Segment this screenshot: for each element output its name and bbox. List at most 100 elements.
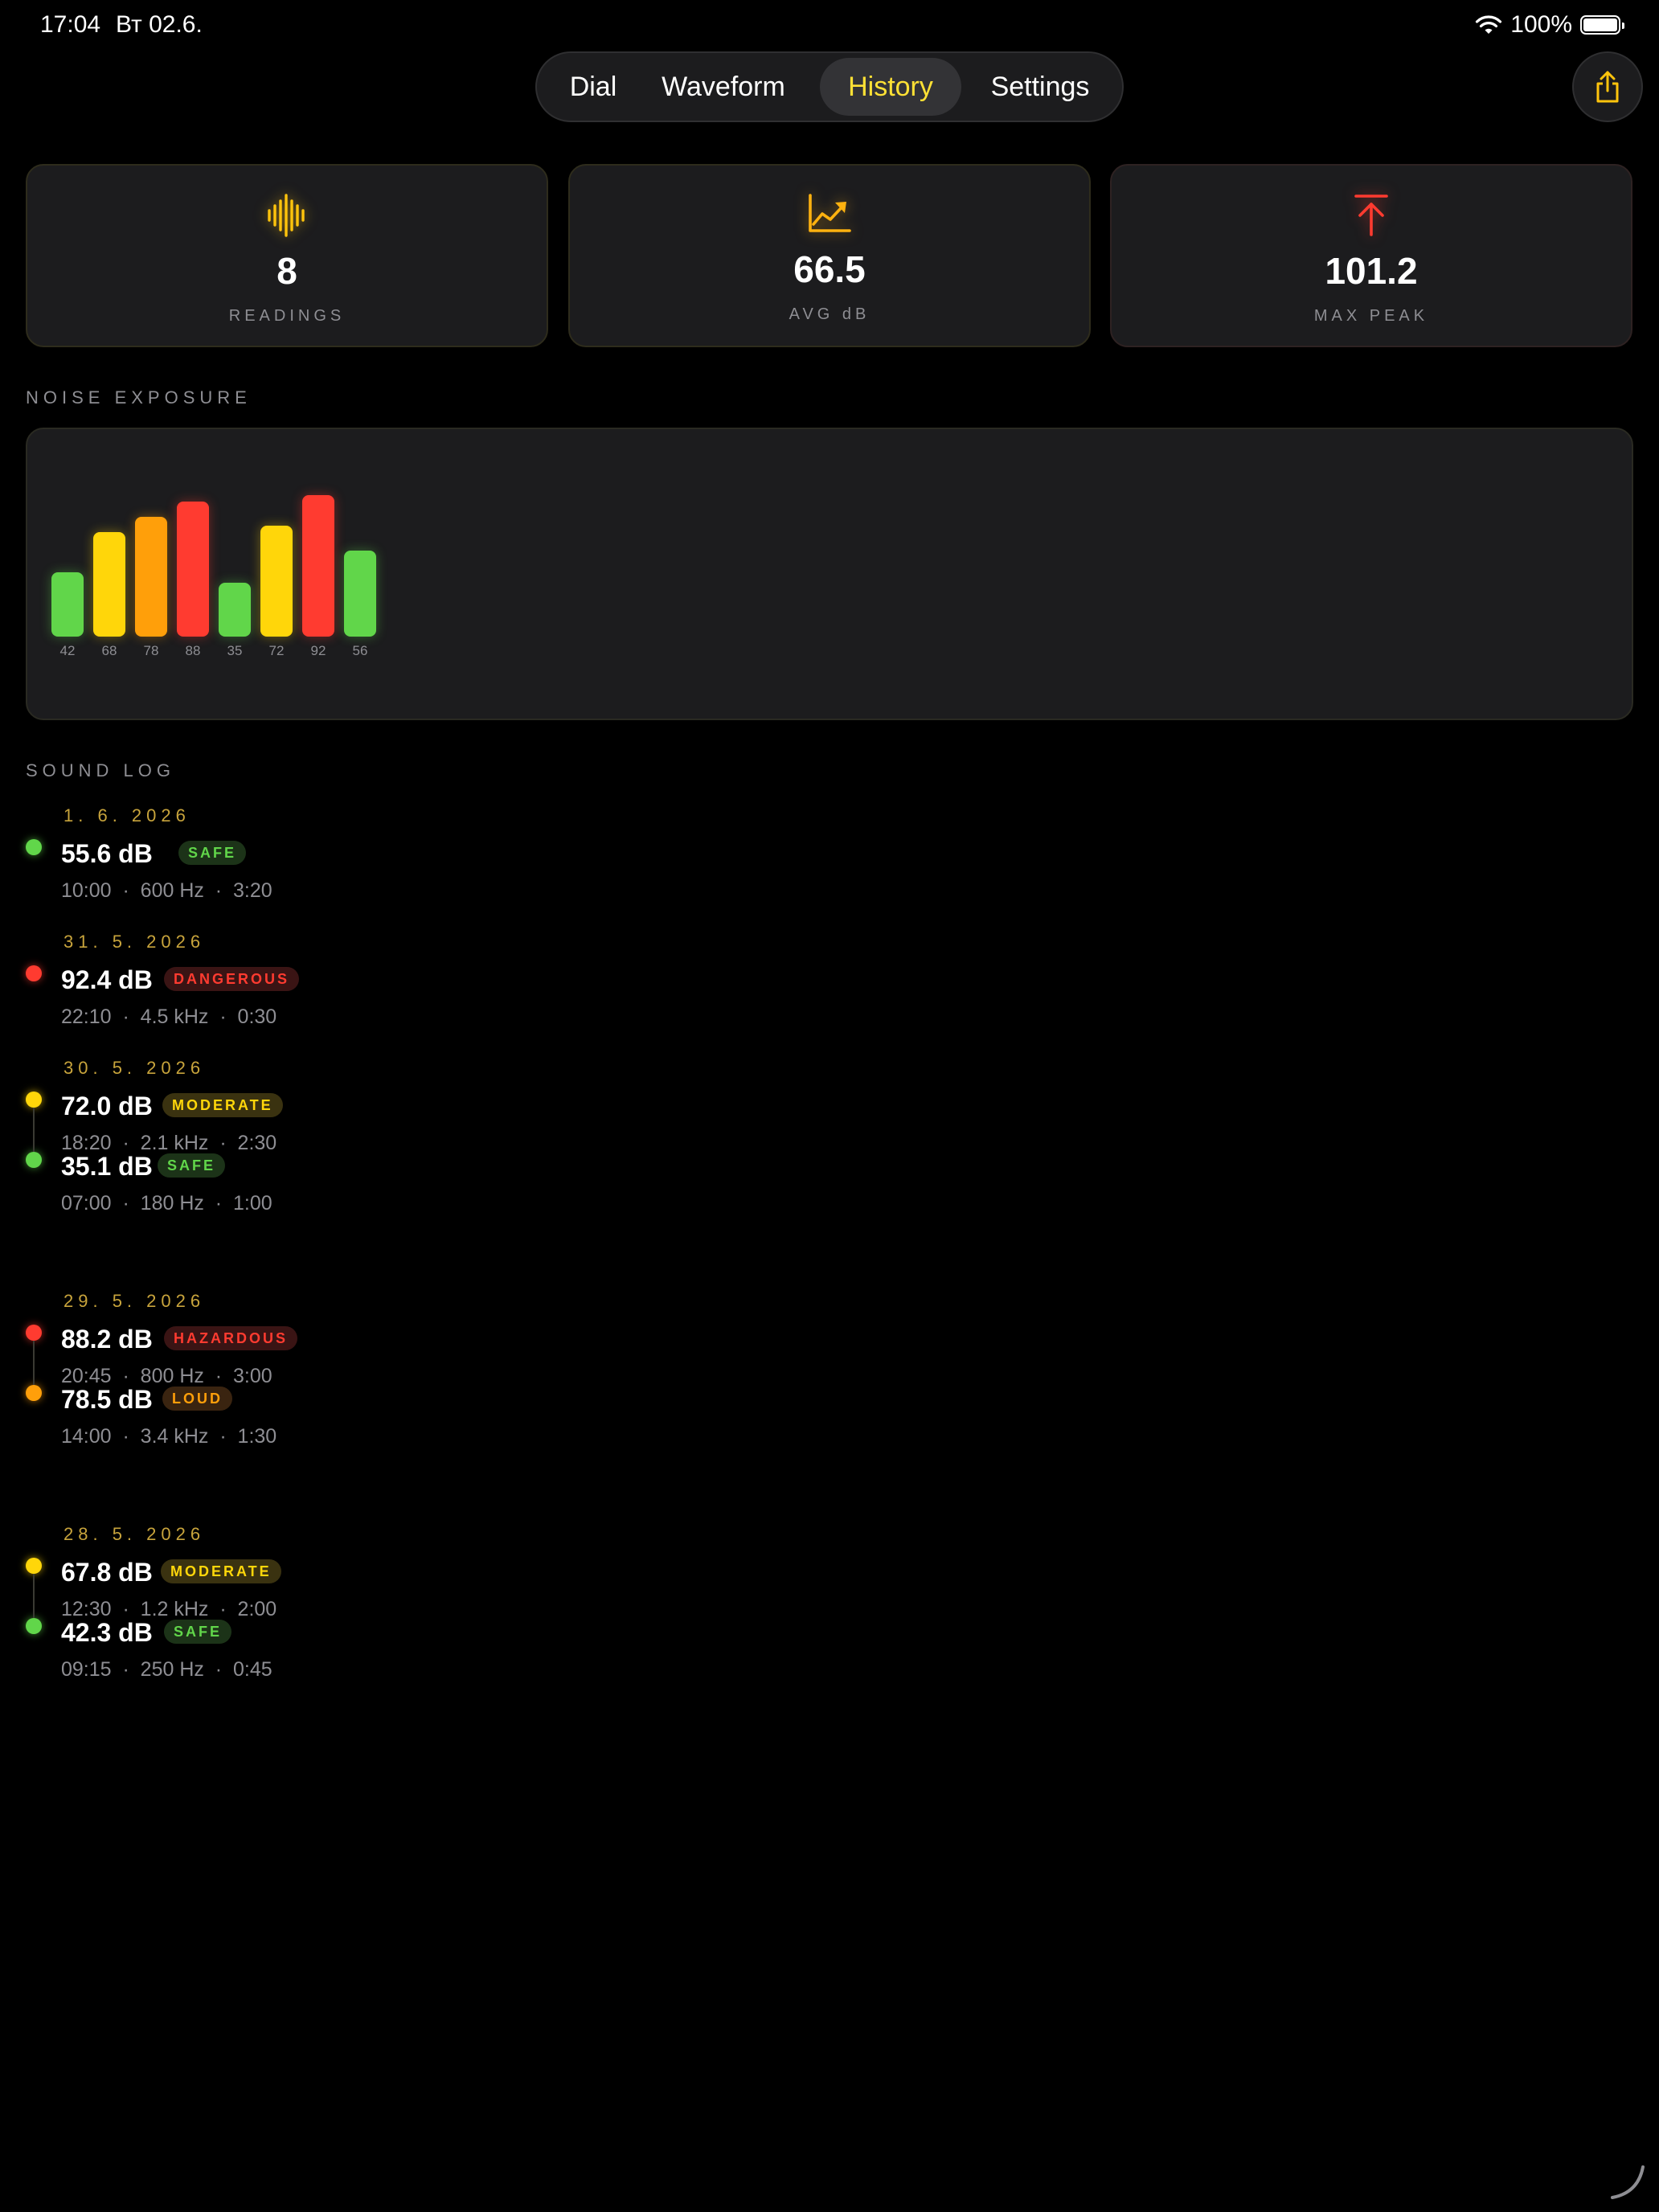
meta-separator: · [111,1192,141,1215]
timeline-connector [33,1574,35,1618]
wifi-icon [1476,15,1502,34]
share-button[interactable] [1572,51,1643,122]
level-badge: HAZARDOUS [164,1326,297,1350]
chart-bar-label: 56 [352,643,368,658]
level-dot [26,1152,42,1168]
meta-separator: · [208,1006,238,1028]
log-time: 10:00 [61,879,112,902]
level-badge: MODERATE [162,1093,283,1117]
chart-bar-label: 42 [59,643,76,658]
chart-bar-label: 72 [268,643,285,658]
log-time: 20:45 [61,1365,112,1387]
noise-exposure-chart: 42 68 78 88 35 72 92 56 [26,428,1633,720]
log-duration: 1:30 [237,1425,277,1448]
level-dot [26,1325,42,1341]
log-freq: 180 Hz [140,1192,204,1215]
level-dot [26,965,42,981]
meta-separator: · [208,1598,238,1620]
level-dot [26,1385,42,1401]
resize-handle-icon[interactable] [1608,2162,1646,2201]
meta-separator: · [111,879,141,902]
log-meta: 14:00 · 3.4 kHz · 1:30 [61,1425,276,1448]
readings-value: 8 [276,250,297,292]
log-freq: 3.4 kHz [140,1425,209,1448]
chart-bar [344,551,376,637]
log-db-value[interactable]: 72.0 dB [61,1092,153,1121]
max-peak-label: MAX PEAK [1313,307,1429,325]
status-time: 17:04 [40,11,101,38]
log-db-value[interactable]: 92.4 dB [61,965,153,995]
tab-settings[interactable]: Settings [969,58,1111,116]
log-freq: 600 Hz [140,879,204,902]
waveform-icon [268,194,305,237]
level-dot [26,1558,42,1574]
chart-bar [219,583,251,637]
log-db-value[interactable]: 42.3 dB [61,1618,153,1648]
log-time: 07:00 [61,1192,112,1215]
log-time: 12:30 [61,1598,112,1620]
noise-exposure-title: NOISE EXPOSURE [26,387,252,408]
status-date: Вт 02.6. [116,11,203,38]
chart-bar [51,571,84,637]
log-meta: 22:10 · 4.5 kHz · 0:30 [61,1006,276,1029]
avg-db-value: 66.5 [793,248,866,290]
log-freq: 250 Hz [140,1658,204,1681]
meta-separator: · [111,1425,141,1448]
level-dot [26,1092,42,1108]
log-db-value[interactable]: 35.1 dB [61,1152,153,1182]
level-badge: SAFE [178,841,247,865]
meta-separator: · [111,1132,141,1154]
chart-bar [177,501,209,637]
meta-separator: · [208,1425,238,1448]
meta-separator: · [111,1365,141,1387]
log-freq: 2.1 kHz [140,1132,209,1154]
chart-bar-label: 78 [143,643,159,658]
log-time: 14:00 [61,1425,112,1448]
log-freq: 800 Hz [140,1365,204,1387]
meta-separator: · [111,1006,141,1028]
log-freq: 4.5 kHz [140,1006,209,1028]
log-duration: 1:00 [233,1192,272,1215]
level-badge: SAFE [158,1153,226,1178]
tab-waveform[interactable]: Waveform [646,58,801,116]
meta-separator: · [111,1598,141,1620]
avg-db-label: AVG dB [789,305,870,323]
meta-separator: · [208,1132,238,1154]
log-db-value[interactable]: 78.5 dB [61,1385,153,1415]
log-duration: 2:00 [237,1598,277,1620]
log-meta: 09:15 · 250 Hz · 0:45 [61,1658,272,1682]
log-duration: 2:30 [237,1132,277,1154]
log-time: 18:20 [61,1132,112,1154]
level-badge: MODERATE [161,1559,281,1583]
chart-bar-label: 88 [185,643,201,658]
chart-bar [135,517,167,637]
log-duration: 0:45 [233,1658,272,1681]
log-date-header: 28. 5. 2026 [63,1524,206,1544]
sound-log-title: SOUND LOG [26,760,176,780]
level-badge: SAFE [164,1620,232,1644]
log-freq: 1.2 kHz [140,1598,209,1620]
max-peak-value: 101.2 [1325,250,1418,292]
battery-percent: 100% [1510,11,1572,38]
chart-bar [260,526,293,637]
share-icon [1596,71,1619,103]
tab-dial[interactable]: Dial [551,58,635,116]
battery-icon [1580,15,1624,35]
meta-separator: · [203,1365,233,1387]
log-date-header: 31. 5. 2026 [63,932,206,952]
chart-bar-label: 68 [101,643,117,658]
status-bar: 17:04 Вт 02.6. 100% [0,0,1659,51]
log-duration: 3:00 [233,1365,272,1387]
timeline-connector [33,1108,35,1152]
log-db-value[interactable]: 67.8 dB [61,1558,153,1587]
log-db-value[interactable]: 88.2 dB [61,1325,153,1354]
tab-bar: Dial Waveform History Settings [535,51,1124,122]
log-db-value[interactable]: 55.6 dB [61,839,153,869]
meta-separator: · [203,1192,233,1215]
level-badge: DANGEROUS [164,967,300,991]
log-time: 22:10 [61,1006,112,1028]
tab-history[interactable]: History [820,58,961,116]
chart-bar-label: 35 [227,643,243,658]
level-badge: LOUD [162,1387,232,1411]
log-date-header: 29. 5. 2026 [63,1291,206,1311]
